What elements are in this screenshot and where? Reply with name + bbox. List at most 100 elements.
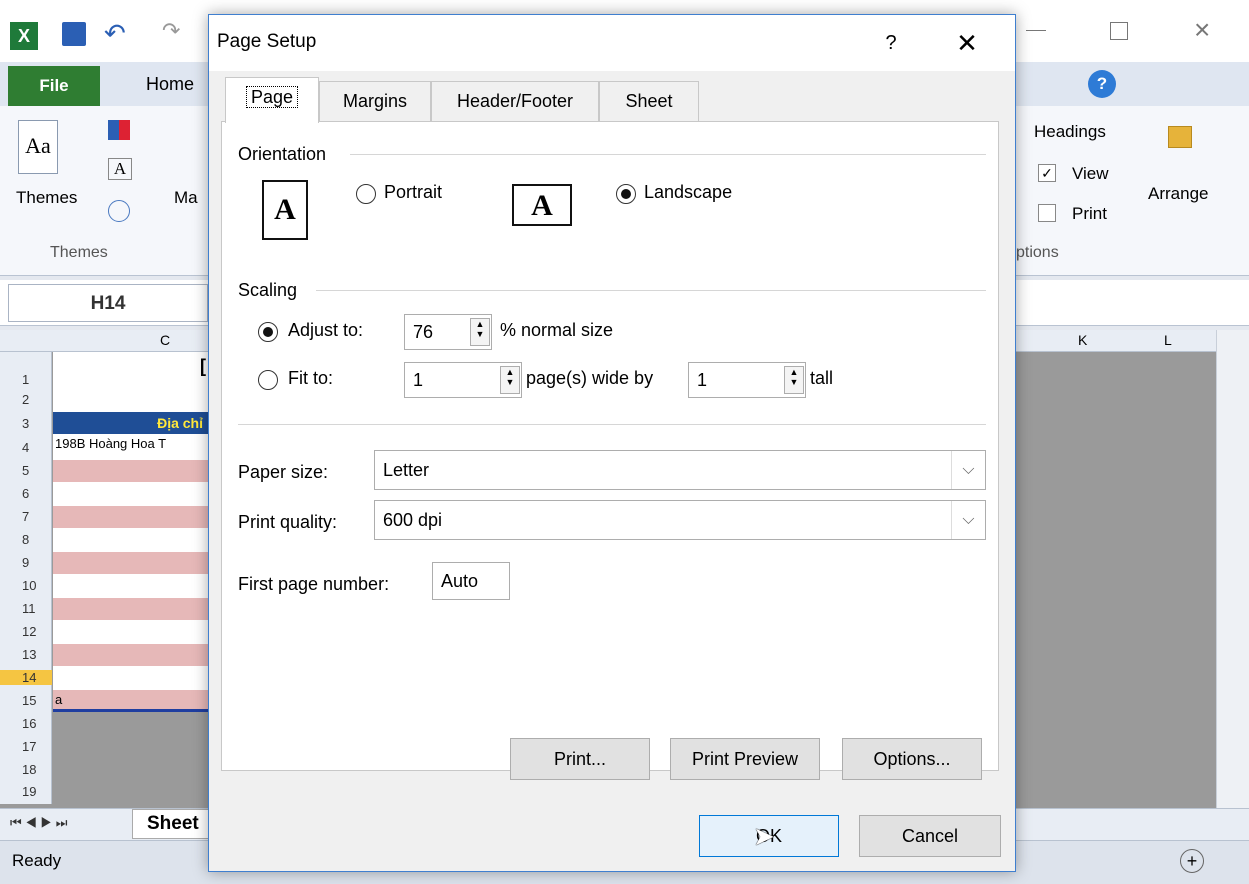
chevron-down-icon[interactable]: ⌵: [951, 501, 985, 539]
save-icon[interactable]: [62, 22, 86, 46]
headings-view-checkbox[interactable]: ✓: [1038, 164, 1056, 182]
zoom-in-icon[interactable]: +: [1180, 849, 1204, 873]
row-header[interactable]: 13: [0, 647, 52, 662]
normal-size-label: % normal size: [500, 320, 614, 340]
paper-size-select[interactable]: Letter ⌵: [374, 450, 986, 490]
fit-wide-spinner[interactable]: ▲ ▼: [500, 366, 520, 394]
sheet-nav-icons[interactable]: ⏮ ◀ ▶ ⏭: [10, 815, 67, 831]
header-cell[interactable]: Địa chỉ: [53, 412, 213, 434]
row-header[interactable]: 4: [0, 440, 52, 455]
row-header[interactable]: 7: [0, 509, 52, 524]
undo-icon[interactable]: ↶: [104, 18, 126, 49]
column-header-c[interactable]: C: [160, 332, 170, 348]
effects-icon[interactable]: [108, 200, 130, 222]
headings-print-checkbox[interactable]: [1038, 204, 1056, 222]
row-header[interactable]: 8: [0, 532, 52, 547]
adjust-to-label[interactable]: Adjust to:: [288, 320, 363, 341]
row-header[interactable]: 12: [0, 624, 52, 639]
row-header[interactable]: 10: [0, 578, 52, 593]
redo-icon[interactable]: ↷: [162, 18, 180, 44]
print-preview-button[interactable]: Print Preview: [670, 738, 820, 780]
paper-size-label: Paper size:: [238, 462, 329, 482]
minimize-icon[interactable]: [1026, 30, 1046, 31]
cell-c1[interactable]: [: [200, 356, 206, 377]
colors-icon[interactable]: [108, 120, 130, 140]
fit-tall-value: 1: [697, 370, 708, 390]
name-box[interactable]: H14: [8, 284, 208, 322]
file-tab[interactable]: File: [8, 66, 100, 106]
row-header[interactable]: 17: [0, 739, 52, 754]
maximize-icon[interactable]: [1110, 22, 1128, 40]
cell-c15[interactable]: a: [55, 692, 62, 707]
first-page-number-input[interactable]: Auto: [432, 562, 510, 600]
window-close-icon[interactable]: ×: [1194, 14, 1210, 46]
cell-c4[interactable]: 198B Hoàng Hoa T: [55, 436, 166, 451]
excel-logo-icon: X: [10, 22, 38, 50]
header-cell-text: Địa chỉ: [157, 415, 203, 431]
pink-row: [53, 506, 213, 528]
themes-group-label: Themes: [50, 244, 108, 261]
row-header[interactable]: 1: [0, 372, 52, 387]
page-setup-dialog: Page Setup ? ✕ Page Margins Header/Foote…: [208, 14, 1016, 872]
arrange-icon[interactable]: [1168, 126, 1192, 148]
fonts-icon[interactable]: A: [108, 158, 132, 180]
tab-page[interactable]: Page: [225, 77, 319, 123]
tab-page-label: Page: [245, 86, 299, 108]
row-header-active[interactable]: 14: [0, 670, 52, 685]
dialog-titlebar: Page Setup ? ✕: [209, 15, 1015, 71]
print-button[interactable]: Print...: [510, 738, 650, 780]
adjust-to-radio[interactable]: [258, 322, 278, 342]
landscape-label[interactable]: Landscape: [644, 182, 732, 203]
row-header[interactable]: 9: [0, 555, 52, 570]
landscape-icon-letter: A: [531, 189, 553, 222]
row-header[interactable]: 5: [0, 463, 52, 478]
help-circle-icon[interactable]: ?: [1088, 70, 1116, 98]
margins-button-label[interactable]: Ma: [174, 188, 198, 208]
portrait-radio[interactable]: [356, 184, 376, 204]
options-button[interactable]: Options...: [842, 738, 982, 780]
chevron-down-icon[interactable]: ⌵: [951, 451, 985, 489]
landscape-radio[interactable]: [616, 184, 636, 204]
adjust-to-value: 76: [413, 322, 434, 342]
first-page-number-value: Auto: [441, 571, 479, 591]
fit-tall-spinner[interactable]: ▲ ▼: [784, 366, 804, 394]
tab-header-footer[interactable]: Header/Footer: [431, 81, 599, 121]
help-button[interactable]: ?: [869, 25, 913, 61]
print-quality-label: Print quality:: [238, 512, 338, 532]
scaling-divider: [316, 290, 986, 291]
row-header[interactable]: 6: [0, 486, 52, 501]
adjust-to-spinner[interactable]: ▲ ▼: [470, 318, 490, 346]
vertical-scrollbar[interactable]: [1216, 330, 1249, 808]
tab-sheet[interactable]: Sheet: [599, 81, 699, 121]
fit-to-label[interactable]: Fit to:: [288, 368, 333, 389]
column-header-k[interactable]: K: [1078, 332, 1087, 348]
row-header[interactable]: 19: [0, 784, 52, 799]
headings-view-label: View: [1072, 164, 1109, 183]
column-header-l[interactable]: L: [1164, 332, 1172, 348]
home-tab[interactable]: Home: [146, 74, 194, 95]
fit-wide-value: 1: [413, 370, 424, 390]
tall-label: tall: [810, 368, 834, 388]
arrange-label[interactable]: Arrange: [1148, 184, 1208, 204]
pink-row: [53, 644, 213, 666]
pink-row: [53, 690, 213, 712]
row-header[interactable]: 16: [0, 716, 52, 731]
cancel-button[interactable]: Cancel: [859, 815, 1001, 857]
sheet-tab[interactable]: Sheet: [132, 809, 212, 839]
row-header[interactable]: 15: [0, 693, 52, 708]
themes-icon[interactable]: Aa: [18, 120, 58, 174]
row-header[interactable]: 3: [0, 416, 52, 431]
row-header[interactable]: 2: [0, 392, 52, 407]
close-button[interactable]: ✕: [939, 25, 995, 61]
themes-button-label[interactable]: Themes: [16, 188, 77, 208]
tab-margins[interactable]: Margins: [319, 81, 431, 121]
row-header[interactable]: 11: [0, 601, 52, 616]
wide-by-label: page(s) wide by: [526, 368, 654, 388]
row-headers: 1 2 3 4 5 6 7 8 9 10 11 12 13 14 15 16 1…: [0, 352, 52, 804]
orientation-group-label: Orientation: [238, 144, 327, 164]
fit-to-radio[interactable]: [258, 370, 278, 390]
print-quality-select[interactable]: 600 dpi ⌵: [374, 500, 986, 540]
pink-row: [53, 598, 213, 620]
portrait-label[interactable]: Portrait: [384, 182, 442, 203]
row-header[interactable]: 18: [0, 762, 52, 777]
